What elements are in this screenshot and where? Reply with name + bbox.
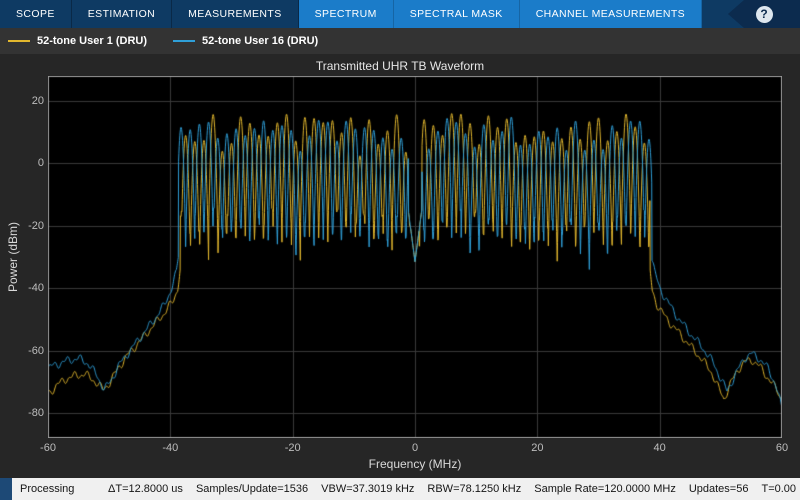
axes-area <box>48 76 782 438</box>
plot-panel: Transmitted UHR TB Waveform Frequency (M… <box>0 54 800 478</box>
toolbar-spacer <box>702 0 728 28</box>
y-tick-label: -80 <box>2 407 44 419</box>
spectrum-analyzer-window: SCOPEESTIMATIONMEASUREMENTSSPECTRUMSPECT… <box>0 0 800 500</box>
help-icon[interactable]: ? <box>756 6 773 23</box>
status-metric: RBW=78.1250 kHz <box>427 483 521 495</box>
x-tick-label: -40 <box>162 442 178 454</box>
y-tick-label: -20 <box>2 220 44 232</box>
y-tick-label: 0 <box>2 157 44 169</box>
status-metric: Sample Rate=120.0000 MHz <box>534 483 676 495</box>
legend-label: 52-tone User 16 (DRU) <box>202 35 318 47</box>
legend-bar: 52-tone User 1 (DRU) 52-tone User 16 (DRU… <box>0 28 800 54</box>
x-tick-label: 60 <box>776 442 788 454</box>
status-grip <box>0 478 12 500</box>
y-tick-label: -60 <box>2 345 44 357</box>
x-tick-label: 0 <box>412 442 418 454</box>
help-ribbon: ? <box>728 0 800 28</box>
x-tick-label: -20 <box>285 442 301 454</box>
y-tick-label: -40 <box>2 282 44 294</box>
tab-measurements[interactable]: MEASUREMENTS <box>172 0 298 28</box>
tab-spectrum[interactable]: SPECTRUM <box>299 0 394 28</box>
tab-scope[interactable]: SCOPE <box>0 0 72 28</box>
legend-line-swatch <box>8 40 30 42</box>
status-metric: VBW=37.3019 kHz <box>321 483 414 495</box>
status-metric: ΔT=12.8000 us <box>108 483 183 495</box>
x-tick-label: -60 <box>40 442 56 454</box>
tab-estimation[interactable]: ESTIMATION <box>72 0 172 28</box>
tab-container: SCOPEESTIMATIONMEASUREMENTSSPECTRUMSPECT… <box>0 0 702 28</box>
status-metric: T=0.00 <box>761 483 796 495</box>
status-state: Processing <box>12 483 108 495</box>
y-tick-label: 20 <box>2 95 44 107</box>
tab-channel-measurements[interactable]: CHANNEL MEASUREMENTS <box>520 0 702 28</box>
status-bar: Processing ΔT=12.8000 us Samples/Update=1… <box>0 478 800 500</box>
status-metric: Updates=56 <box>689 483 749 495</box>
legend-label: 52-tone User 1 (DRU) <box>37 35 147 47</box>
status-metrics: ΔT=12.8000 us Samples/Update=1536 VBW=37.3… <box>108 483 796 495</box>
status-metric: Samples/Update=1536 <box>196 483 308 495</box>
legend-line-swatch <box>173 40 195 42</box>
legend-item[interactable]: 52-tone User 16 (DRU) <box>173 35 318 47</box>
tab-spectral-mask[interactable]: SPECTRAL MASK <box>394 0 520 28</box>
x-tick-label: 40 <box>654 442 666 454</box>
toolstrip: SCOPEESTIMATIONMEASUREMENTSSPECTRUMSPECT… <box>0 0 800 28</box>
legend-item[interactable]: 52-tone User 1 (DRU) <box>8 35 147 47</box>
x-tick-label: 20 <box>531 442 543 454</box>
x-axis-label: Frequency (MHz) <box>48 457 782 471</box>
chart-title: Transmitted UHR TB Waveform <box>0 59 800 73</box>
spectrum-canvas[interactable] <box>48 76 782 438</box>
